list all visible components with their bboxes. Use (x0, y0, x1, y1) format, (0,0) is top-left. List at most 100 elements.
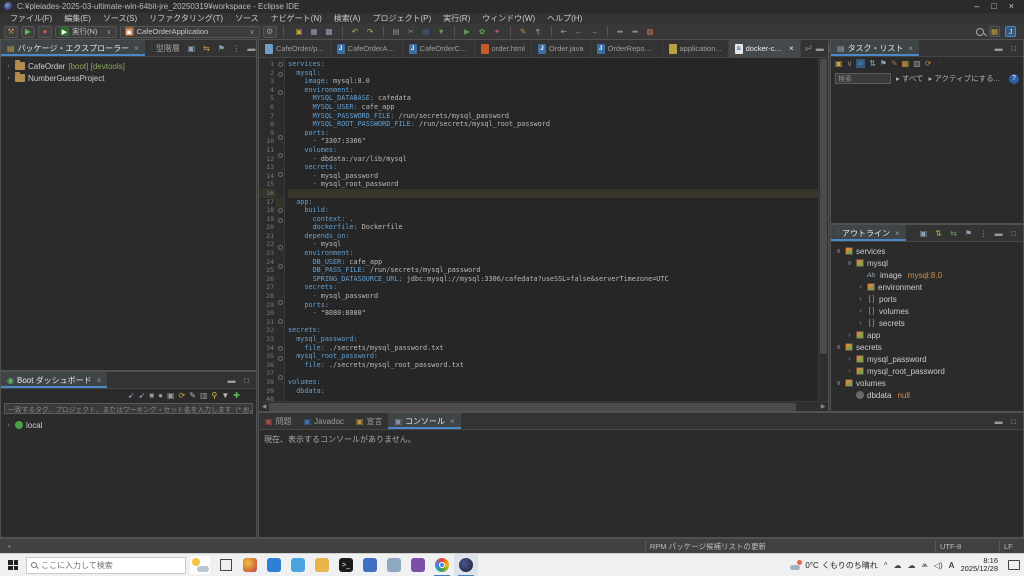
help-icon[interactable]: ? (1009, 74, 1019, 84)
encoding-indicator[interactable]: UTF-8 (940, 542, 995, 551)
close-icon[interactable]: × (134, 44, 139, 53)
open-perspective-icon[interactable]: ▦ (989, 26, 1000, 37)
twisty-icon[interactable]: › (5, 75, 12, 82)
app-colorball[interactable] (238, 554, 262, 576)
coverage-icon[interactable]: ▼ (436, 26, 447, 37)
clock[interactable]: 8:16 2025/12/28 (960, 557, 998, 574)
code-line[interactable]: image: mysql:8.0 (288, 77, 818, 86)
code-line[interactable]: MYSQL_USER: cafe_app (288, 103, 818, 112)
fold-marker[interactable] (276, 375, 284, 384)
minimize-view-icon[interactable]: ▬ (993, 43, 1004, 54)
collapse-all-icon[interactable]: ▣ (186, 43, 197, 54)
fold-dot-icon[interactable] (278, 300, 283, 305)
code-line[interactable]: MYSQL_ROOT_PASSWORD_FILE: /run/secrets/m… (288, 120, 818, 129)
fold-marker[interactable] (276, 135, 284, 144)
java-perspective-icon[interactable]: J (1005, 26, 1016, 37)
minimize-view-icon[interactable]: ▬ (993, 228, 1004, 239)
menu-item-1[interactable]: 編集(E) (58, 13, 97, 24)
redo-icon[interactable]: ↷ (365, 26, 376, 37)
save-icon[interactable]: ▦ (309, 26, 320, 37)
outline-item-dbdata[interactable]: dbdatanull (835, 389, 1023, 401)
fold-dot-icon[interactable] (278, 62, 283, 67)
outline-item-mysql_password[interactable]: ›mysql_password (835, 353, 1023, 365)
fold-marker[interactable] (276, 218, 284, 227)
new-wizard-icon[interactable]: ▣ (294, 26, 305, 37)
twisty-icon[interactable]: › (5, 422, 12, 429)
view-menu-icon[interactable]: ⋮ (244, 391, 252, 400)
minimize-view-icon[interactable]: ▬ (993, 416, 1004, 427)
project-item[interactable]: ›NumberGuessProject (5, 72, 256, 84)
project-item[interactable]: ›CafeOrder[boot] [devtools] (5, 60, 256, 72)
fold-dot-icon[interactable] (278, 208, 283, 213)
menu-item-2[interactable]: ソース(S) (97, 13, 143, 24)
fold-dot-icon[interactable] (278, 135, 283, 140)
link-editor-icon[interactable]: ⇆ (948, 228, 959, 239)
editor-tab-order-html[interactable]: order.html (475, 40, 532, 57)
prev-annotation-icon[interactable]: ⬅ (615, 26, 626, 37)
last-edit-icon[interactable]: ⇤ (559, 26, 570, 37)
fold-marker[interactable] (276, 208, 284, 217)
outline-item-app[interactable]: ›app (835, 329, 1023, 341)
yaml-editor[interactable]: services: mysql: image: mysql:8.0 enviro… (285, 58, 818, 401)
code-line[interactable]: DB_PASS_FILE: /run/secrets/mysql_passwor… (288, 266, 818, 275)
start-app-icon[interactable]: ➹ (128, 391, 135, 400)
fold-dot-icon[interactable] (278, 346, 283, 351)
editor-tab-CafeOrderAp-[interactable]: JCafeOrderAp... (331, 40, 403, 57)
maximize-view-icon[interactable]: □ (1008, 416, 1019, 427)
back-icon[interactable]: ← (574, 26, 585, 37)
fold-marker[interactable] (276, 62, 284, 71)
menu-item-7[interactable]: プロジェクト(P) (366, 13, 437, 24)
twisty-icon[interactable]: ∨ (835, 247, 842, 255)
code-line[interactable]: secrets: (288, 163, 818, 172)
code-line[interactable] (288, 189, 818, 198)
search-doc-icon[interactable]: ✎ (518, 26, 529, 37)
twisty-icon[interactable]: ∨ (835, 379, 842, 387)
app-sync[interactable] (286, 554, 310, 576)
mark-icon[interactable]: ▩ (645, 26, 656, 37)
app-chrome[interactable] (430, 554, 454, 576)
code-line[interactable]: context: . (288, 215, 818, 224)
close-icon[interactable]: × (450, 417, 455, 426)
menu-item-5[interactable]: ナビゲート(N) (265, 13, 328, 24)
folding-ruler[interactable] (276, 58, 285, 401)
fold-marker[interactable] (276, 172, 284, 181)
refresh-icon[interactable]: ⟳ (179, 391, 186, 400)
progress-status[interactable]: RPM パッケージ候補リストの更新 (650, 541, 766, 552)
focus-icon[interactable]: ⚑ (880, 59, 887, 68)
code-line[interactable]: - dbdata:/var/lib/mysql (288, 155, 818, 164)
fold-marker[interactable] (276, 153, 284, 162)
editor-tab-Order-java[interactable]: JOrder.java (532, 40, 591, 57)
code-line[interactable]: - "8080:8080" (288, 309, 818, 318)
app-explorer[interactable] (310, 554, 334, 576)
menu-item-4[interactable]: ソース (229, 13, 265, 24)
fold-marker[interactable] (276, 300, 284, 309)
tab-コンソール[interactable]: ▣コンソール× (388, 413, 460, 429)
fold-marker[interactable] (276, 72, 284, 81)
categorized-icon[interactable]: ≡ (856, 59, 865, 68)
outline-item-secrets[interactable]: ›[ ]secrets (835, 317, 1023, 329)
sync-icon[interactable]: ⟳ (925, 59, 932, 68)
code-line[interactable]: ports: (288, 129, 818, 138)
fold-marker[interactable] (276, 245, 284, 254)
minimize-view-icon[interactable]: ▬ (816, 44, 824, 53)
maximize-view-icon[interactable]: □ (241, 375, 252, 386)
run-mode-dropdown[interactable]: ▶ 実行(N)∨ (55, 26, 117, 38)
sort-icon[interactable]: ⇅ (933, 228, 944, 239)
code-line[interactable]: environment: (288, 86, 818, 95)
menu-item-3[interactable]: リファクタリング(T) (143, 13, 229, 24)
new-java-icon[interactable]: ▶ (462, 26, 473, 37)
action-center-icon[interactable] (1008, 560, 1020, 570)
collapse-all-icon[interactable]: ▣ (918, 228, 929, 239)
code-line[interactable]: mysql_root_password: (288, 352, 818, 361)
tab-boot-dashboard[interactable]: ◉ Boot ダッシュボード × (1, 372, 107, 388)
code-line[interactable]: volumes: (288, 378, 818, 387)
outline-item-ports[interactable]: ›[ ]ports (835, 293, 1023, 305)
code-line[interactable]: depends_on: (288, 232, 818, 241)
code-line[interactable]: environment: (288, 249, 818, 258)
fold-dot-icon[interactable] (278, 356, 283, 361)
code-line[interactable] (288, 318, 818, 327)
skip-icon[interactable]: ✂ (406, 26, 417, 37)
restart-icon[interactable]: ● (158, 391, 163, 400)
fold-dot-icon[interactable] (278, 319, 283, 324)
editor-vertical-scrollbar[interactable] (818, 58, 828, 401)
